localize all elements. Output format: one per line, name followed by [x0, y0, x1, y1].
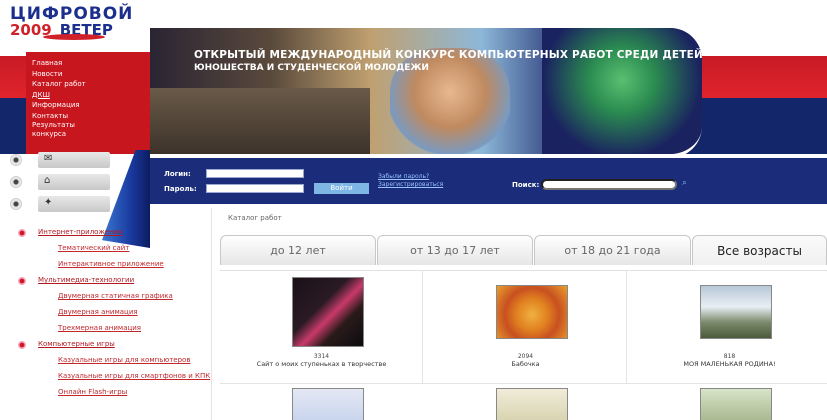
bullet-icon	[18, 277, 26, 285]
work-card[interactable]: 818 МОЯ МАЛЕНЬКАЯ РОДИНА!	[628, 271, 827, 383]
password-label: Пароль:	[164, 185, 197, 193]
subcategory-item[interactable]: Тематический сайт	[14, 244, 209, 260]
work-card[interactable]: 3314 Сайт о моих ступеньках в творчестве	[220, 271, 423, 383]
category-label: Интернет-приложения	[38, 228, 123, 236]
site-logo[interactable]: ЦИФРОВОЙ 2009 ВЕТЕР	[10, 4, 140, 50]
tab-under-12[interactable]: до 12 лет	[220, 235, 376, 265]
register-link[interactable]: Зарегистрироваться	[378, 181, 443, 188]
login-bar: Логин: Пароль: Войти Забыли пароль? Заре…	[150, 158, 827, 204]
mail-icon: ✉	[44, 153, 53, 164]
page: ЦИФРОВОЙ 2009 ВЕТЕР Главная Новости Катал…	[0, 0, 827, 420]
banner-photo-stage	[542, 28, 702, 154]
search-input[interactable]	[541, 179, 677, 190]
works-next-row	[220, 383, 827, 420]
subcategory-item[interactable]: Казуальные игры для компьютеров	[14, 356, 209, 372]
main-nav: Главная Новости Каталог работ ДКШ Информ…	[32, 58, 147, 139]
work-views: 818	[723, 353, 736, 360]
subcategory-item[interactable]: Трехмерная анимация	[14, 324, 209, 340]
works-grid: 3314 Сайт о моих ступеньках в творчестве…	[220, 270, 827, 420]
home-icon: ⌂	[44, 175, 51, 186]
password-input[interactable]	[206, 184, 304, 193]
subcategory-item[interactable]: Казуальные игры для смартфонов и КПК	[14, 372, 210, 388]
work-views: 3314	[313, 353, 330, 360]
subcategory-item[interactable]: Двумерная анимация	[14, 308, 209, 324]
banner-title-line1: ОТКРЫТЫЙ МЕЖДУНАРОДНЫЙ КОНКУРС КОМПЬЮТЕР…	[194, 49, 702, 61]
subcategory-item[interactable]: Двумерная статичная графика	[14, 292, 209, 308]
breadcrumb: Каталог работ	[228, 214, 282, 222]
category-label: Компьютерные игры	[38, 340, 115, 348]
login-button[interactable]: Войти	[314, 183, 369, 194]
work-title[interactable]: МОЯ МАЛЕНЬКАЯ РОДИНА!	[628, 360, 827, 368]
content-divider	[211, 208, 212, 420]
search-icon[interactable]: ⌕	[682, 178, 687, 188]
home-link[interactable]: ⌂	[10, 174, 110, 192]
nav-home[interactable]: Главная	[32, 58, 147, 69]
sitemap-icon: ✦	[44, 197, 53, 208]
work-views: 2094	[517, 353, 534, 360]
category-item[interactable]: Интернет-приложения	[14, 228, 209, 244]
bullet-icon	[10, 198, 22, 210]
nav-contacts[interactable]: Контакты	[32, 111, 147, 122]
forgot-password-link[interactable]: Забыли пароль?	[378, 173, 429, 180]
work-title[interactable]: Бабочка	[424, 360, 627, 368]
work-card[interactable]: 2094 Бабочка	[424, 271, 627, 383]
login-input[interactable]	[206, 169, 304, 178]
subcategory-item[interactable]: Интерактивное приложение	[14, 260, 209, 276]
tab-all-ages[interactable]: Все возрасты	[692, 235, 827, 265]
mail-link[interactable]: ✉	[10, 152, 110, 170]
work-thumbnail[interactable]	[496, 388, 568, 420]
work-thumbnail[interactable]	[700, 388, 772, 420]
sitemap-link[interactable]: ✦	[10, 196, 110, 214]
banner-title-line2: ЮНОШЕСТВА И СТУДЕНЧЕСКОЙ МОЛОДЕЖИ	[194, 63, 429, 73]
tab-18-21[interactable]: от 18 до 21 года	[534, 235, 691, 265]
bullet-icon	[10, 176, 22, 188]
search-label: Поиск:	[512, 181, 540, 189]
header-banner: ОТКРЫТЫЙ МЕЖДУНАРОДНЫЙ КОНКУРС КОМПЬЮТЕР…	[150, 28, 702, 158]
bullet-icon	[18, 341, 26, 349]
work-thumbnail[interactable]	[700, 285, 772, 339]
login-label: Логин:	[164, 170, 191, 178]
category-item[interactable]: Компьютерные игры	[14, 340, 209, 356]
nav-news[interactable]: Новости	[32, 69, 147, 80]
logo-swoosh-icon	[43, 34, 105, 40]
work-thumbnail[interactable]	[292, 388, 364, 420]
subcategory-item[interactable]: Онлайн Flash-игры	[14, 388, 209, 404]
category-tree: Интернет-приложения Тематический сайт Ин…	[14, 228, 210, 404]
work-title[interactable]: Сайт о моих ступеньках в творчестве	[220, 360, 423, 368]
work-thumbnail[interactable]	[496, 285, 568, 339]
work-thumbnail[interactable]	[292, 277, 364, 347]
nav-results[interactable]: Результаты конкурса	[32, 121, 92, 139]
bullet-icon	[18, 229, 26, 237]
nav-catalog[interactable]: Каталог работ	[32, 79, 147, 90]
category-label: Мультимедиа-технологии	[38, 276, 135, 284]
nav-info[interactable]: Информация	[32, 100, 147, 111]
banner-photo-class	[150, 88, 370, 154]
tab-13-17[interactable]: от 13 до 17 лет	[377, 235, 533, 265]
category-item[interactable]: Мультимедиа-технологии	[14, 276, 209, 292]
nav-dksh[interactable]: ДКШ	[32, 90, 147, 101]
bullet-icon	[10, 154, 22, 166]
